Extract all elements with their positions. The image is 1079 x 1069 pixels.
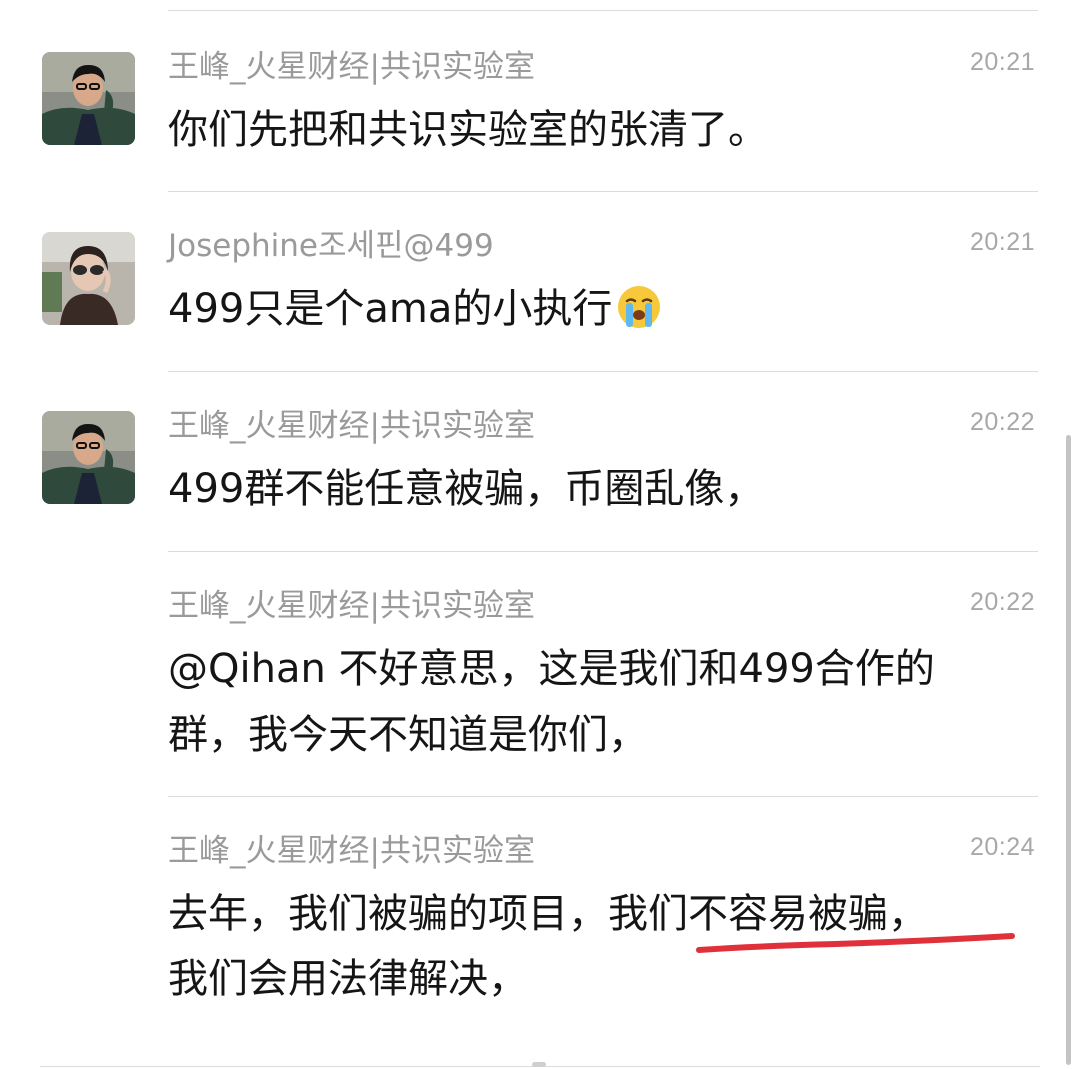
sender-name: 王峰_火星财经|共识实验室 [168, 49, 535, 85]
scrollbar[interactable] [1066, 435, 1071, 1065]
message-text-line: 去年，我们被骗的项目，我们不容易被骗， [168, 882, 1040, 947]
sender-name: 王峰_火星财经|共识实验室 [168, 833, 535, 869]
scroll-indicator-dot [532, 1062, 546, 1067]
message-text: 499群不能任意被骗，币圈乱像， [168, 466, 765, 512]
chat-message-list: 王峰_火星财经|共识实验室 20:21 你们先把和共识实验室的张清了。 Jose… [0, 0, 1079, 1069]
sender-name: 王峰_火星财经|共识实验室 [168, 588, 535, 624]
message-text-content: 499只是个ama的小执行 [168, 286, 613, 332]
message-text: 499只是个ama的小执行 [168, 277, 1040, 342]
emphasized-text: 我们不容易被骗 [608, 891, 888, 937]
message-time: 20:24 [969, 833, 1035, 861]
crying-face-icon [616, 284, 662, 330]
message-time: 20:21 [969, 228, 1035, 256]
message-time: 20:21 [969, 48, 1035, 76]
message-text-line: 群，我今天不知道是你们， [168, 712, 648, 758]
message-text-prefix: 去年，我们被骗的项目， [168, 891, 608, 937]
avatar[interactable] [42, 52, 135, 145]
divider [168, 371, 1038, 372]
divider [168, 796, 1038, 797]
message-time: 20:22 [969, 408, 1035, 436]
divider [168, 191, 1038, 192]
message-text-line: 我们会用法律解决， [168, 956, 528, 1002]
divider [168, 551, 1038, 552]
avatar[interactable] [42, 411, 135, 504]
sender-name: 王峰_火星财经|共识实验室 [168, 408, 535, 444]
message-text: 你们先把和共识实验室的张清了。 [168, 107, 768, 153]
message-time: 20:22 [969, 588, 1035, 616]
message-text-line: @Qihan 不好意思，这是我们和499合作的 [168, 646, 935, 692]
sender-name: Josephine조세핀@499 [168, 228, 494, 264]
message-text-suffix: ， [888, 891, 928, 937]
divider [168, 10, 1038, 11]
avatar[interactable] [42, 232, 135, 325]
